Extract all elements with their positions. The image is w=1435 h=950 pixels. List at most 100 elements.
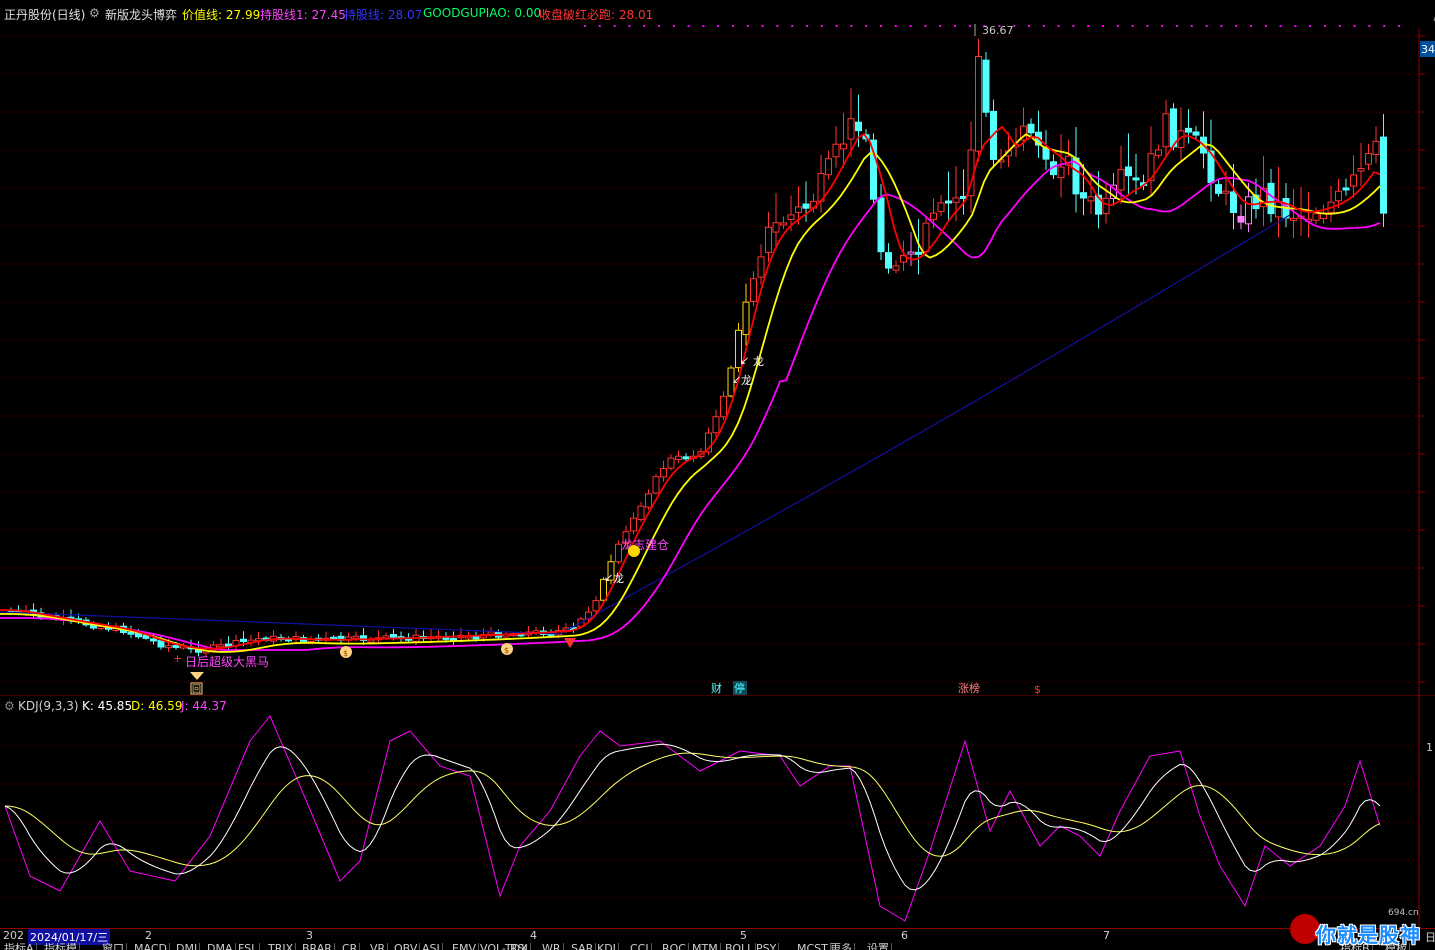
candle bbox=[892, 265, 900, 271]
signal-arrow-1: ↙ bbox=[740, 354, 749, 367]
watermark: 694.cn 你就是股神 bbox=[1290, 908, 1435, 950]
tab-17[interactable]: SAR bbox=[569, 943, 597, 950]
tab-23[interactable]: PSY bbox=[754, 943, 780, 950]
candle bbox=[127, 631, 135, 635]
date-label: 4 bbox=[530, 929, 537, 942]
candle bbox=[157, 639, 165, 648]
tab-11[interactable]: OBV bbox=[392, 943, 421, 950]
tab-10[interactable]: VR bbox=[368, 943, 389, 950]
label-zhangbang: 涨榜 bbox=[958, 681, 980, 695]
candle bbox=[870, 139, 877, 200]
candle bbox=[802, 203, 810, 209]
ma-blue-line bbox=[0, 214, 1291, 635]
kdj-k-value: K: 45.85 bbox=[82, 699, 133, 713]
kdj-chart[interactable]: 1 bbox=[0, 696, 1435, 928]
candle bbox=[390, 634, 397, 638]
candle bbox=[1245, 196, 1252, 225]
close-red-value: 收盘破红必跑: 28.01 bbox=[539, 8, 654, 22]
candle bbox=[757, 256, 765, 278]
tab-12[interactable]: ASI bbox=[420, 943, 443, 950]
candle bbox=[637, 505, 645, 521]
tab-3[interactable]: MACD bbox=[132, 943, 170, 950]
candle bbox=[1290, 217, 1297, 221]
tab-21[interactable]: MTM bbox=[690, 943, 721, 950]
diamond-toggle-icon[interactable]: ◇ bbox=[1431, 12, 1435, 26]
tab-22[interactable]: BOLL bbox=[723, 943, 757, 950]
kdj-header: ⚙ KDJ(9,3,3) K: 45.85 D: 46.59 J: 44.37 bbox=[0, 696, 600, 714]
signal-arrow-3: ↙ bbox=[604, 571, 613, 584]
tab-16[interactable]: WR bbox=[540, 943, 564, 950]
diamond-icon bbox=[564, 638, 576, 648]
gear-icon[interactable]: ⚙ bbox=[89, 6, 100, 20]
tab-19[interactable]: CCI bbox=[628, 943, 652, 950]
candle bbox=[832, 143, 840, 158]
candle bbox=[1312, 213, 1320, 221]
candle bbox=[945, 200, 952, 204]
candle bbox=[630, 517, 637, 532]
candle bbox=[472, 636, 480, 640]
candle bbox=[172, 644, 180, 648]
goodgupiao-value: GOODGUPIAO: 0.00 bbox=[423, 6, 542, 20]
candle bbox=[1162, 113, 1170, 148]
candle bbox=[1027, 123, 1035, 134]
candle bbox=[1350, 174, 1357, 187]
candle bbox=[592, 600, 600, 612]
ma-yellow-line bbox=[0, 133, 1381, 653]
candle bbox=[1275, 200, 1282, 218]
tab-26[interactable]: 设置 bbox=[865, 943, 892, 950]
candle bbox=[1215, 184, 1222, 194]
smiley-icon bbox=[628, 545, 640, 557]
label-ting: 停 bbox=[734, 681, 745, 695]
indicator-name[interactable]: 新版龙头博弈 bbox=[105, 6, 177, 23]
tab-1[interactable]: 指标模 bbox=[42, 943, 80, 950]
candle bbox=[847, 118, 855, 140]
candle bbox=[1042, 147, 1050, 160]
candle bbox=[772, 222, 780, 233]
tab-6[interactable]: FSL bbox=[236, 943, 261, 950]
tab-24[interactable]: MCST bbox=[795, 943, 831, 950]
label-cai: 财 bbox=[711, 681, 722, 695]
tab-4[interactable]: DMI bbox=[174, 943, 201, 950]
candle bbox=[952, 197, 960, 203]
candle bbox=[675, 455, 682, 460]
tab-13[interactable]: EMV bbox=[450, 943, 479, 950]
tab-0[interactable]: 指标A bbox=[2, 943, 37, 950]
candle bbox=[742, 301, 750, 336]
candle bbox=[1155, 149, 1162, 156]
candle bbox=[885, 252, 892, 269]
candle bbox=[682, 456, 690, 460]
kdj-title[interactable]: KDJ(9,3,3) bbox=[18, 699, 79, 713]
signal-long-2: 龙 bbox=[741, 374, 752, 387]
candle bbox=[652, 476, 660, 494]
candle bbox=[150, 638, 157, 642]
ma-magenta-line bbox=[0, 160, 1381, 651]
signal-black-horse: 日后超级大黑马 bbox=[185, 654, 269, 669]
gear-icon[interactable]: ⚙ bbox=[4, 699, 15, 713]
date-label: 2 bbox=[145, 929, 152, 942]
candle bbox=[382, 635, 390, 639]
tab-25[interactable]: 更多 bbox=[828, 943, 855, 950]
candle bbox=[1117, 169, 1125, 191]
value-line: 价值线: 27.99 bbox=[182, 8, 261, 22]
candle bbox=[907, 251, 915, 255]
candle bbox=[780, 222, 787, 226]
candle bbox=[240, 638, 247, 643]
candle bbox=[1342, 187, 1350, 191]
candle bbox=[367, 639, 375, 643]
tab-9[interactable]: CR bbox=[340, 943, 361, 950]
candle bbox=[660, 468, 667, 478]
money-bag-icon: $ bbox=[340, 646, 352, 658]
tab-2[interactable]: 窗口 bbox=[100, 943, 127, 950]
candle bbox=[217, 644, 225, 648]
candlestick-chart[interactable]: 36.67 34 ↙ 龙 ↙ 龙 ↙ 龙 龙志建仓 日后超级大黑马 + $ $ … bbox=[0, 0, 1435, 696]
stock-name[interactable]: 正丹股份(日线) bbox=[4, 6, 85, 23]
candle bbox=[975, 55, 982, 152]
candle bbox=[1222, 190, 1230, 194]
tab-7[interactable]: TRIX bbox=[266, 943, 297, 950]
tab-18[interactable]: KDJ bbox=[595, 943, 619, 950]
tab-8[interactable]: BRAR bbox=[300, 943, 335, 950]
tab-20[interactable]: ROC bbox=[660, 943, 689, 950]
hold-line-1: 持股线1: 27.45 bbox=[260, 8, 346, 22]
tab-15[interactable]: RSI bbox=[508, 943, 531, 950]
tab-5[interactable]: DMA bbox=[205, 943, 236, 950]
